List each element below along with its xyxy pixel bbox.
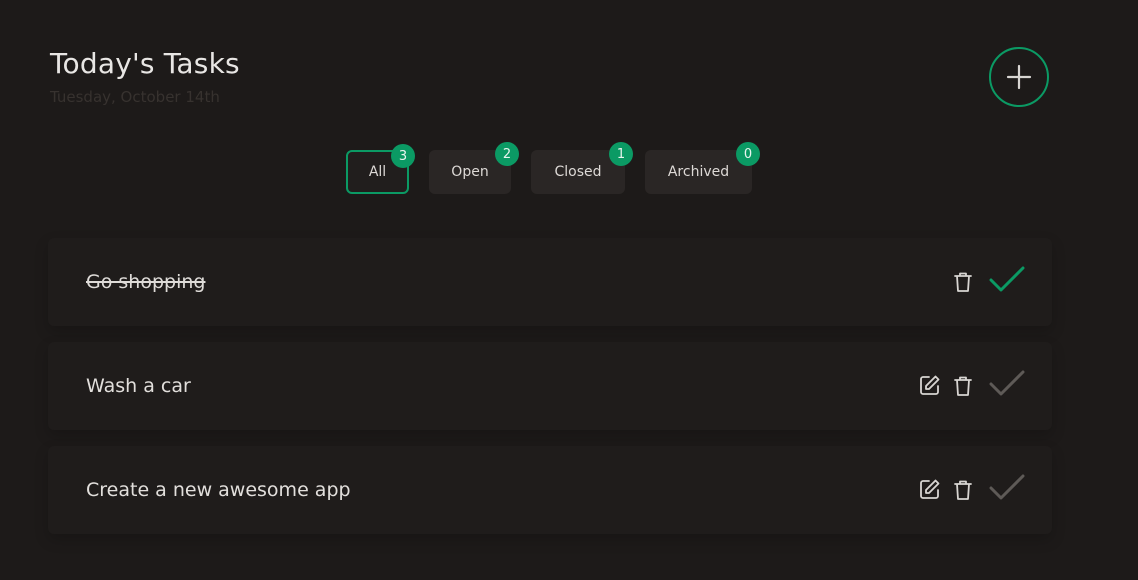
check-icon bbox=[989, 266, 1025, 292]
edit-task-button[interactable] bbox=[918, 477, 942, 501]
page-date: Tuesday, October 14th bbox=[50, 88, 220, 106]
edit-icon bbox=[920, 375, 940, 395]
edit-task-button[interactable] bbox=[918, 373, 942, 397]
tasks-page: Today's Tasks Tuesday, October 14th All … bbox=[0, 0, 1138, 580]
filter-tab-open[interactable]: Open 2 bbox=[429, 142, 519, 194]
trash-icon bbox=[954, 272, 972, 292]
add-task-button[interactable] bbox=[989, 47, 1049, 107]
filter-tab-archived[interactable]: Archived 0 bbox=[645, 142, 760, 194]
filter-tab-closed[interactable]: Closed 1 bbox=[531, 142, 633, 194]
delete-task-button[interactable] bbox=[951, 477, 975, 503]
task-label: Wash a car bbox=[86, 375, 191, 397]
task-item: Wash a car bbox=[48, 342, 1052, 430]
count-badge: 3 bbox=[391, 144, 415, 168]
task-label: Go shopping bbox=[86, 271, 206, 293]
page-title: Today's Tasks bbox=[50, 47, 240, 80]
task-item: Go shopping bbox=[48, 238, 1052, 326]
complete-task-button[interactable] bbox=[988, 368, 1026, 400]
filter-tabs: All 3 Open 2 Closed 1 Archived 0 bbox=[0, 142, 1138, 194]
complete-task-button[interactable] bbox=[988, 264, 1026, 296]
complete-task-button[interactable] bbox=[988, 472, 1026, 504]
count-badge: 1 bbox=[609, 142, 633, 166]
task-item: Create a new awesome app bbox=[48, 446, 1052, 534]
filter-tab-all[interactable]: All 3 bbox=[346, 144, 415, 194]
delete-task-button[interactable] bbox=[951, 269, 975, 295]
trash-icon bbox=[954, 376, 972, 396]
check-icon bbox=[989, 474, 1025, 500]
count-badge: 0 bbox=[736, 142, 760, 166]
filter-tab-label: All bbox=[368, 164, 387, 180]
filter-tab-label: Closed bbox=[554, 164, 602, 180]
count-badge: 2 bbox=[495, 142, 519, 166]
check-icon bbox=[989, 370, 1025, 396]
filter-tab-label: Open bbox=[451, 164, 489, 180]
edit-icon bbox=[920, 479, 940, 499]
trash-icon bbox=[954, 480, 972, 500]
task-label: Create a new awesome app bbox=[86, 479, 351, 501]
filter-tab-label: Archived bbox=[667, 164, 730, 180]
plus-icon bbox=[1006, 64, 1032, 90]
delete-task-button[interactable] bbox=[951, 373, 975, 399]
